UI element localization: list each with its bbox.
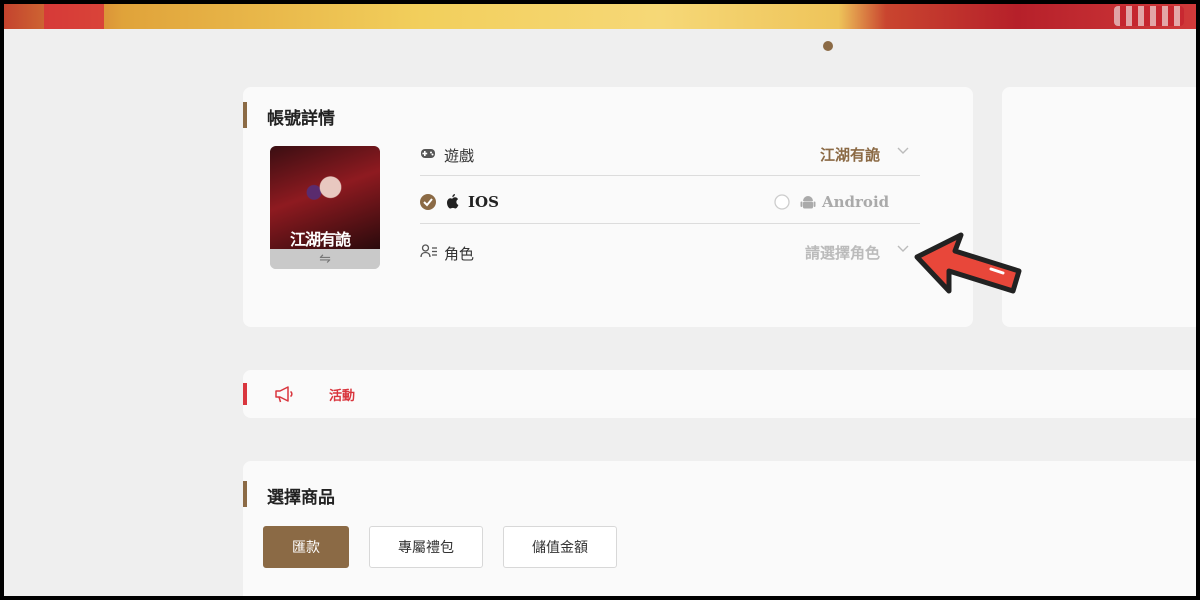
game-select-row[interactable]: 遊戲 江湖有詭: [420, 131, 920, 179]
products-card: 選擇商品 匯款 專屬禮包 儲值金額: [243, 461, 1196, 596]
section-accent-bar: [243, 481, 247, 507]
page: 帳號詳情 江湖有詭 ⇋ 遊戲 江湖有詭 IOS Android 角色 請選擇角色…: [4, 4, 1196, 596]
android-radio-icon[interactable]: [774, 194, 790, 210]
switch-game-icon[interactable]: ⇋: [270, 249, 380, 269]
banner-decoration-left: [44, 4, 104, 29]
game-value: 江湖有詭: [819, 146, 880, 164]
activity-bar[interactable]: 活動: [243, 370, 1196, 418]
game-label: 遊戲: [444, 147, 475, 165]
ios-label[interactable]: IOS: [468, 193, 499, 211]
account-details-card: 帳號詳情 江湖有詭 ⇋ 遊戲 江湖有詭 IOS Android 角色 請選擇角色: [243, 87, 973, 327]
tab-topup-amount[interactable]: 儲值金額: [503, 526, 617, 568]
divider: [420, 175, 920, 176]
megaphone-icon: [275, 386, 293, 403]
ios-radio-checked-icon[interactable]: [420, 194, 436, 210]
game-cover-logo: 江湖有詭: [290, 230, 351, 249]
carousel-dot[interactable]: [823, 41, 833, 51]
role-label: 角色: [444, 245, 475, 263]
side-card: [1002, 87, 1196, 327]
tab-remittance[interactable]: 匯款: [263, 526, 349, 568]
account-section-title: 帳號詳情: [267, 109, 335, 129]
user-list-icon: [420, 244, 437, 258]
chevron-down-icon: [897, 245, 909, 252]
android-icon: [800, 196, 816, 209]
tab-exclusive-pack[interactable]: 專屬禮包: [369, 526, 483, 568]
role-placeholder: 請選擇角色: [804, 244, 880, 262]
gamepad-icon: [421, 149, 435, 158]
platform-row: IOS Android: [420, 179, 920, 227]
activity-accent-bar: [243, 383, 247, 405]
banner-decoration-right: [1114, 6, 1184, 26]
products-section-title: 選擇商品: [267, 488, 335, 508]
top-banner: [4, 4, 1196, 29]
section-accent-bar: [243, 102, 247, 128]
apple-icon: [447, 194, 459, 209]
chevron-down-icon: [897, 147, 909, 154]
divider: [420, 223, 920, 224]
android-label[interactable]: Android: [822, 193, 889, 211]
role-select-row[interactable]: 角色 請選擇角色: [420, 229, 920, 277]
pointer-arrow-annotation: [914, 232, 1022, 294]
game-thumbnail[interactable]: 江湖有詭 ⇋: [270, 146, 380, 269]
activity-label[interactable]: 活動: [329, 385, 355, 404]
